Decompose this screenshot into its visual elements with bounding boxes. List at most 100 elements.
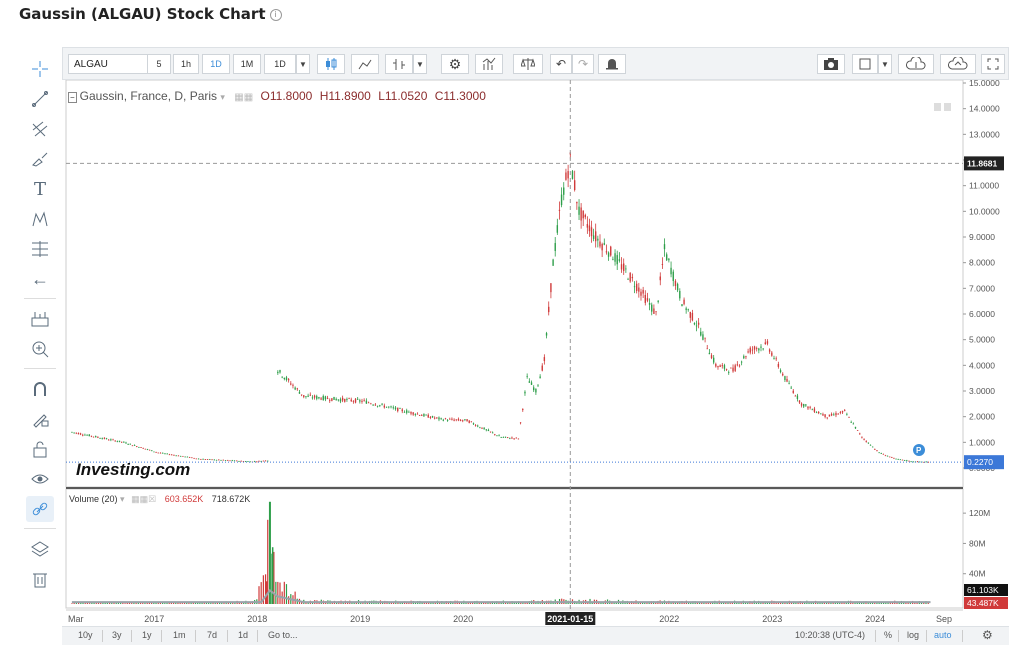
redo-icon[interactable]: ↷: [572, 54, 594, 74]
auto-toggle[interactable]: auto: [934, 630, 952, 640]
range-7d[interactable]: 7d: [207, 630, 217, 640]
candles-icon[interactable]: [317, 54, 345, 74]
candle-body: [687, 309, 689, 311]
x-tick-label: Sep: [936, 614, 952, 624]
y-tick-label: 13.0000: [969, 129, 1000, 139]
volume-bar: [181, 603, 183, 604]
cloud-upload-icon[interactable]: [940, 54, 976, 74]
volume-bar: [77, 602, 80, 604]
interval-1d[interactable]: 1D: [202, 54, 230, 74]
candle-body: [865, 441, 867, 442]
range-divider: [131, 630, 132, 642]
compare-icon[interactable]: [513, 54, 543, 74]
gear-icon[interactable]: ⚙: [441, 54, 469, 74]
candle-body: [287, 379, 290, 381]
candle-body: [220, 459, 222, 461]
collapse-icon[interactable]: −: [68, 92, 77, 103]
candle-body: [346, 398, 348, 400]
log-toggle[interactable]: log: [907, 630, 919, 640]
chevron-down-icon[interactable]: ▾: [220, 92, 225, 102]
candle-body: [75, 432, 77, 434]
candle-body: [449, 418, 451, 420]
candle-body: [515, 437, 517, 439]
fullscreen-icon[interactable]: [981, 54, 1005, 74]
candle-body: [859, 433, 861, 435]
volume-label: Volume (20): [69, 494, 118, 504]
range-1y[interactable]: 1y: [142, 630, 152, 640]
bars-icon[interactable]: [385, 54, 413, 74]
candle-body: [129, 443, 131, 445]
candle-body: [84, 434, 86, 436]
candle-body: [502, 437, 505, 438]
candle-body: [485, 429, 487, 431]
candle-body: [418, 415, 421, 416]
candle-body: [307, 395, 309, 397]
x-tick-label: 2020: [453, 614, 473, 624]
chevron-down-icon[interactable]: ▼: [296, 54, 310, 74]
interval-5[interactable]: 5: [147, 54, 171, 74]
percent-toggle[interactable]: %: [884, 630, 892, 640]
area-chart-icon[interactable]: [351, 54, 379, 74]
range-3y[interactable]: 3y: [112, 630, 122, 640]
candle-body: [157, 452, 159, 454]
candle-body: [394, 407, 397, 410]
undo-icon[interactable]: ↶: [550, 54, 572, 74]
chevron-down-icon[interactable]: ▼: [878, 54, 892, 74]
chevron-down-icon[interactable]: ▼: [413, 54, 427, 74]
candle-body: [704, 337, 706, 339]
candle-body: [535, 388, 537, 393]
gear-icon[interactable]: ⚙: [982, 628, 993, 642]
candle-body: [541, 365, 543, 371]
candle-body: [92, 436, 95, 438]
color-box-icon[interactable]: [852, 54, 878, 74]
candle-body: [290, 383, 292, 385]
candle-body: [236, 460, 238, 462]
alert-icon[interactable]: [598, 54, 626, 74]
volume-tick-label: 40M: [969, 569, 986, 579]
candle-body: [644, 294, 646, 303]
candle-body: [491, 432, 494, 434]
range-10y[interactable]: 10y: [78, 630, 93, 640]
y-tick-label: 14.0000: [969, 104, 1000, 114]
range-1d[interactable]: 1d: [238, 630, 248, 640]
candle-body: [337, 399, 340, 401]
candle-body: [262, 460, 265, 462]
volume-tick-label: 80M: [969, 538, 986, 548]
candle-body: [740, 361, 743, 363]
y-tick-label: 4.0000: [969, 360, 995, 370]
range-1m[interactable]: 1m: [173, 630, 186, 640]
candle-body: [745, 356, 747, 358]
interval-1h[interactable]: 1h: [173, 54, 199, 74]
candle-body: [446, 420, 449, 421]
cloud-download-icon[interactable]: [898, 54, 934, 74]
candle-body: [775, 358, 777, 360]
crosshair-price-label: 11.8681: [967, 158, 998, 168]
settings-small-icon[interactable]: ▦▦: [234, 92, 253, 103]
symbol-input[interactable]: ALGAU: [68, 54, 148, 74]
candle-body: [616, 255, 618, 265]
candle-body: [88, 434, 90, 437]
candle-body: [826, 417, 828, 419]
candle-body: [605, 251, 608, 253]
interval-dropdown[interactable]: 1D: [264, 54, 296, 74]
volume-bar: [131, 603, 133, 604]
candle-body: [136, 446, 138, 447]
candle-body: [871, 446, 874, 448]
pane-icon: [934, 103, 941, 111]
candle-body: [213, 459, 216, 461]
interval-1m[interactable]: 1M: [233, 54, 261, 74]
candle-body: [218, 459, 220, 461]
indicators-icon[interactable]: [475, 54, 503, 74]
close-value: C11.3000: [434, 89, 486, 103]
camera-icon[interactable]: [817, 54, 845, 74]
candle-body: [294, 387, 296, 390]
chevron-down-icon[interactable]: ▾: [120, 494, 125, 504]
candle-body: [118, 440, 121, 442]
volume-settings-icon[interactable]: ▦▦☒: [131, 494, 156, 504]
candle-body: [481, 427, 483, 429]
candle-body: [77, 433, 80, 435]
goto-button[interactable]: Go to...: [268, 630, 298, 640]
candle-body: [766, 341, 769, 344]
y-tick-label: 3.0000: [969, 386, 995, 396]
low-value: L11.0520: [378, 89, 428, 103]
